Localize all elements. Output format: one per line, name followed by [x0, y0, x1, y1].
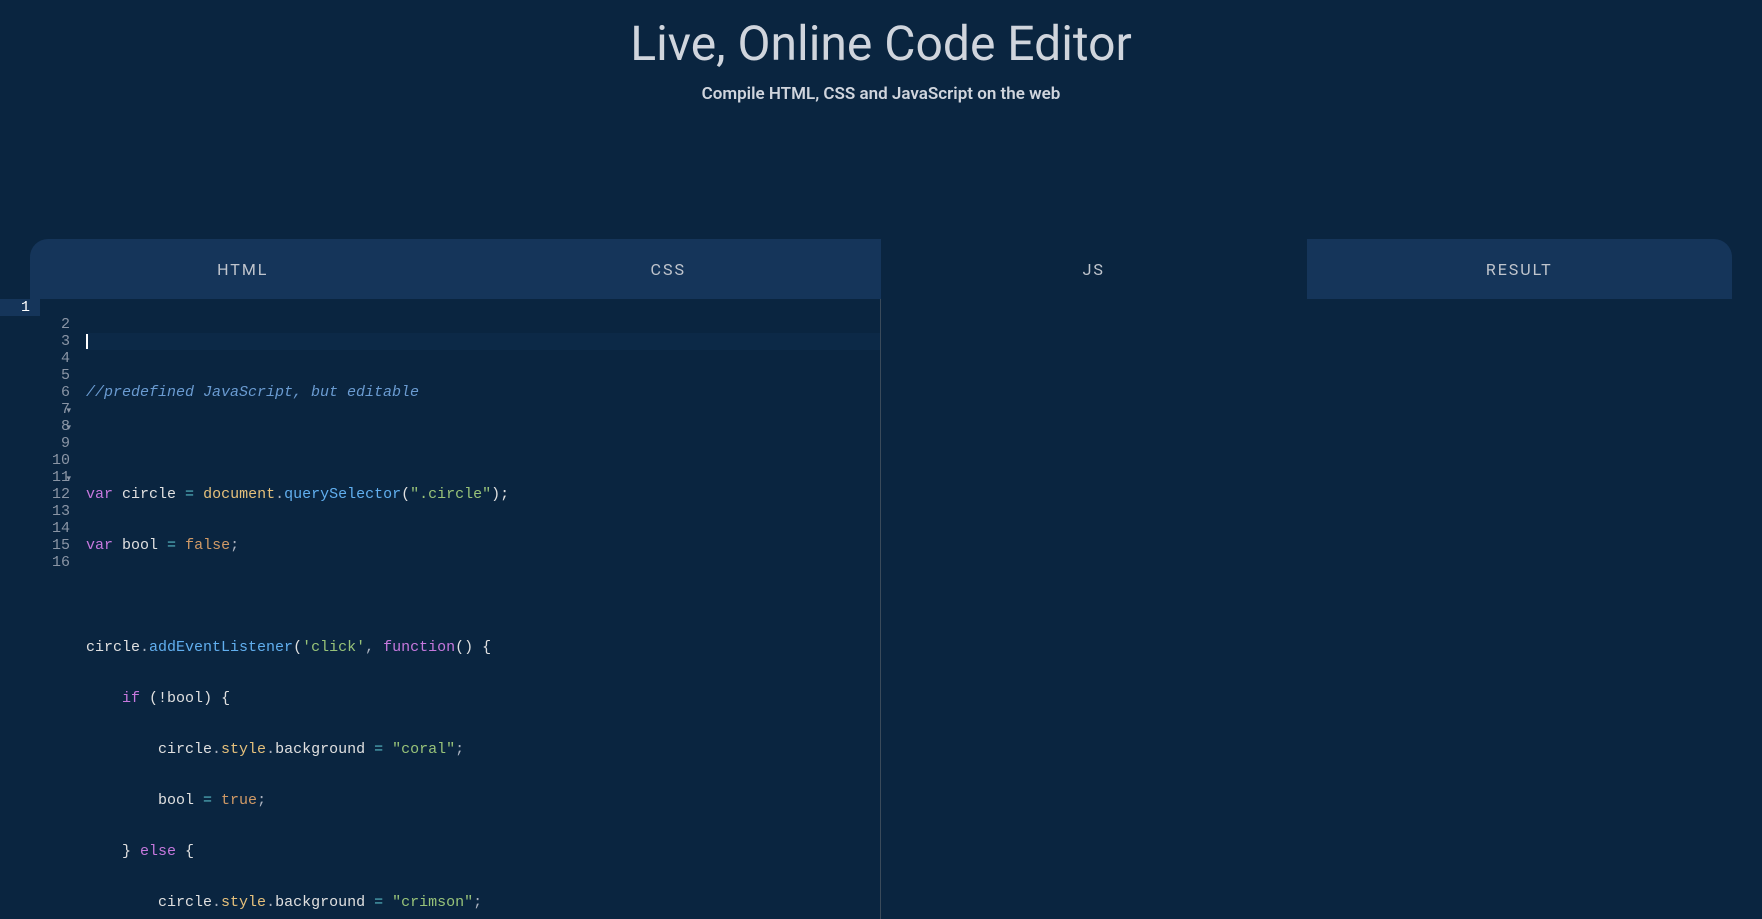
code-line: if (!bool) { — [86, 690, 880, 707]
line-number: 5 — [30, 367, 70, 384]
code-editor-pane: 1 2 3 4 5 6 7▾ 8▾ 9 10 11▾ 12 13 14 15 1… — [30, 299, 881, 919]
line-number: 12 — [30, 486, 70, 503]
result-preview-pane — [881, 299, 1732, 919]
tab-css[interactable]: CSS — [456, 239, 882, 299]
code-text-area[interactable]: //predefined JavaScript, but editable va… — [80, 299, 880, 919]
code-line: //predefined JavaScript, but editable — [86, 384, 880, 401]
code-line: var bool = false; — [86, 537, 880, 554]
line-number: 14 — [30, 520, 70, 537]
line-number: 3 — [30, 333, 70, 350]
code-line: circle.style.background = "crimson"; — [86, 894, 880, 911]
code-line — [86, 435, 880, 452]
code-line: } else { — [86, 843, 880, 860]
line-number: 15 — [30, 537, 70, 554]
line-number: 9 — [30, 435, 70, 452]
tab-js[interactable]: JS — [881, 239, 1307, 299]
tab-html[interactable]: HTML — [30, 239, 456, 299]
code-line — [86, 588, 880, 605]
line-number: 2 — [30, 316, 70, 333]
code-line: var circle = document.querySelector(".ci… — [86, 486, 880, 503]
page-subtitle: Compile HTML, CSS and JavaScript on the … — [0, 84, 1762, 104]
line-number: 7▾ — [30, 401, 70, 418]
line-number: 4 — [30, 350, 70, 367]
code-line: circle.style.background = "coral"; — [86, 741, 880, 758]
line-number-gutter: 1 2 3 4 5 6 7▾ 8▾ 9 10 11▾ 12 13 14 15 1… — [30, 299, 80, 919]
code-line: circle.addEventListener('click', functio… — [86, 639, 880, 656]
line-number: 11▾ — [30, 469, 70, 486]
page-header: Live, Online Code Editor Compile HTML, C… — [0, 0, 1762, 124]
text-cursor — [86, 334, 88, 349]
editor-container: HTML CSS JS RESULT 1 2 3 4 5 6 7▾ 8▾ 9 1… — [30, 239, 1732, 919]
editor-tabs: HTML CSS JS RESULT — [30, 239, 1732, 299]
page-title: Live, Online Code Editor — [0, 15, 1762, 72]
line-number: 10 — [30, 452, 70, 469]
editor-panes: 1 2 3 4 5 6 7▾ 8▾ 9 10 11▾ 12 13 14 15 1… — [30, 299, 1732, 919]
line-number: 16 — [30, 554, 70, 571]
code-line — [86, 333, 880, 350]
line-number: 13 — [30, 503, 70, 520]
line-number: 1 — [0, 299, 40, 316]
tab-result[interactable]: RESULT — [1307, 239, 1733, 299]
line-number: 6 — [30, 384, 70, 401]
line-number: 8▾ — [30, 418, 70, 435]
code-line: bool = true; — [86, 792, 880, 809]
